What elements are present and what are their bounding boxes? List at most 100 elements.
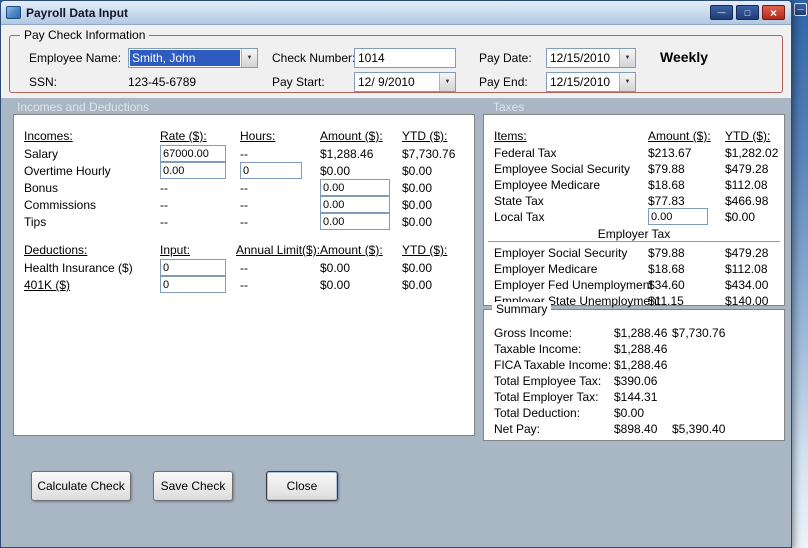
pay-check-info-groupbox: Pay Check Information Employee Name: Smi… [9, 28, 783, 93]
deduction-401k-ytd: $0.00 [402, 278, 433, 292]
taxable-income-label: Taxable Income: [494, 342, 582, 356]
er-fed-unemp-amount: $34.60 [648, 278, 685, 292]
deductions-header-row: Deductions: Input: Annual Limit($): Amou… [14, 243, 474, 260]
pay-end-picker[interactable]: 12/15/2010 ▼ [546, 72, 636, 92]
overtime-ytd: $0.00 [402, 164, 433, 178]
summary-groupbox: Summary Gross Income: $1,288.46 $7,730.7… [483, 302, 785, 441]
tax-row-er-ss: Employer Social Security $79.88 $479.28 [484, 246, 784, 263]
bonus-hours: -- [240, 181, 248, 195]
input-col-header: Input: [160, 243, 191, 257]
tax-row-emp-ss: Employee Social Security $79.88 $479.28 [484, 162, 784, 179]
chevron-down-icon[interactable]: ▼ [619, 49, 635, 67]
window-title: Payroll Data Input [26, 5, 129, 20]
window-controls: — □ × [707, 5, 785, 20]
main-area: Incomes and Deductions Taxes Incomes: Ra… [1, 98, 791, 547]
er-fed-unemp-ytd: $434.00 [725, 278, 769, 292]
emp-ss-amount: $79.88 [648, 162, 685, 176]
deduction-amount-col-header: Amount ($): [320, 243, 383, 257]
income-row-overtime: Overtime Hourly $0.00 $0.00 [14, 162, 474, 181]
pay-date-picker[interactable]: 12/15/2010 ▼ [546, 48, 636, 68]
commissions-hours: -- [240, 198, 248, 212]
chevron-down-icon[interactable]: ▼ [619, 73, 635, 91]
pay-start-picker[interactable]: 12/ 9/2010 ▼ [354, 72, 456, 92]
deduction-401k-input[interactable] [160, 276, 226, 293]
employee-name-select[interactable]: Smith, John ▼ [128, 48, 258, 68]
bonus-rate: -- [160, 181, 168, 195]
title-bar[interactable]: Payroll Data Input — □ × [1, 1, 791, 25]
section-taxes: Taxes [493, 100, 525, 114]
state-tax-label: State Tax [494, 194, 544, 208]
pay-end-label: Pay End: [479, 75, 528, 89]
fica-taxable-label: FICA Taxable Income: [494, 358, 612, 372]
pay-frequency-label: Weekly [660, 49, 708, 65]
summary-row-taxable: Taxable Income: $1,288.46 [484, 342, 784, 359]
pay-check-info-title: Pay Check Information [20, 28, 150, 42]
er-medicare-label: Employer Medicare [494, 262, 598, 276]
income-row-tips: Tips -- -- $0.00 [14, 213, 474, 232]
chevron-down-icon[interactable]: ▼ [439, 73, 455, 91]
tips-amount-input[interactable] [320, 213, 390, 230]
deduction-row-health-insurance: Health Insurance ($) -- $0.00 $0.00 [14, 259, 474, 278]
tax-ytd-col-header: YTD ($): [725, 129, 771, 143]
overtime-hours-input[interactable] [240, 162, 302, 179]
incomes-col-header: Incomes: [24, 129, 73, 143]
check-number-input[interactable] [354, 48, 456, 68]
taxes-panel: Items: Amount ($): YTD ($): Federal Tax … [483, 114, 785, 308]
net-pay-ytd: $5,390.40 [672, 422, 726, 436]
health-insurance-input[interactable] [160, 259, 226, 276]
hours-col-header: Hours: [240, 129, 276, 143]
gross-income-label: Gross Income: [494, 326, 573, 340]
federal-tax-label: Federal Tax [494, 146, 557, 160]
tips-ytd: $0.00 [402, 215, 433, 229]
emp-ss-label: Employee Social Security [494, 162, 631, 176]
bonus-label: Bonus [24, 181, 59, 195]
tax-row-federal: Federal Tax $213.67 $1,282.02 [484, 146, 784, 163]
incomes-deductions-panel: Incomes: Rate ($): Hours: Amount ($): YT… [13, 114, 475, 436]
save-check-button[interactable]: Save Check [153, 471, 233, 501]
er-ss-amount: $79.88 [648, 246, 685, 260]
tax-row-local: Local Tax $0.00 [484, 208, 784, 227]
gross-income-ytd: $7,730.76 [672, 326, 726, 340]
er-fed-unemp-label: Employer Fed Unemployment [494, 278, 653, 292]
state-tax-amount: $77.83 [648, 194, 685, 208]
background-window-button[interactable]: — [794, 3, 807, 16]
total-employee-tax-value: $390.06 [614, 374, 658, 388]
minimize-button[interactable]: — [710, 5, 733, 20]
health-insurance-amount: $0.00 [320, 261, 351, 275]
chevron-down-icon[interactable]: ▼ [241, 49, 257, 67]
summary-row-gross: Gross Income: $1,288.46 $7,730.76 [484, 326, 784, 343]
employer-tax-subheader: Employer Tax [488, 227, 780, 242]
fica-taxable-value: $1,288.46 [614, 358, 668, 372]
er-ss-ytd: $479.28 [725, 246, 769, 260]
rate-col-header: Rate ($): [160, 129, 207, 143]
deduction-401k-link[interactable]: 401K ($) [24, 278, 70, 292]
bonus-amount-input[interactable] [320, 179, 390, 196]
maximize-button[interactable]: □ [736, 5, 759, 20]
income-row-bonus: Bonus -- -- $0.00 [14, 179, 474, 198]
check-number-label: Check Number: [272, 51, 356, 65]
tips-rate: -- [160, 215, 168, 229]
total-deduction-label: Total Deduction: [494, 406, 581, 420]
overtime-rate-input[interactable] [160, 162, 226, 179]
taxable-income-value: $1,288.46 [614, 342, 668, 356]
calculate-check-button[interactable]: Calculate Check [31, 471, 131, 501]
section-incomes-deductions: Incomes and Deductions [17, 100, 150, 114]
ssn-label: SSN: [29, 75, 58, 89]
deductions-col-header: Deductions: [24, 243, 88, 257]
app-icon [6, 6, 21, 19]
net-pay-label: Net Pay: [494, 422, 541, 436]
close-window-button[interactable]: × [762, 5, 785, 20]
tips-label: Tips [24, 215, 47, 229]
local-tax-input[interactable] [648, 208, 708, 225]
bonus-ytd: $0.00 [402, 181, 433, 195]
close-button[interactable]: Close [266, 471, 338, 501]
commissions-amount-input[interactable] [320, 196, 390, 213]
summary-row-fica: FICA Taxable Income: $1,288.46 [484, 358, 784, 375]
incomes-header-row: Incomes: Rate ($): Hours: Amount ($): YT… [14, 129, 474, 146]
tax-row-er-fed-unemp: Employer Fed Unemployment $34.60 $434.00 [484, 278, 784, 295]
deduction-row-401k: 401K ($) -- $0.00 $0.00 [14, 276, 474, 295]
summary-row-net-pay: Net Pay: $898.40 $5,390.40 [484, 422, 784, 439]
pay-start-label: Pay Start: [272, 75, 325, 89]
income-row-commissions: Commissions -- -- $0.00 [14, 196, 474, 215]
salary-rate-input[interactable] [160, 145, 226, 162]
